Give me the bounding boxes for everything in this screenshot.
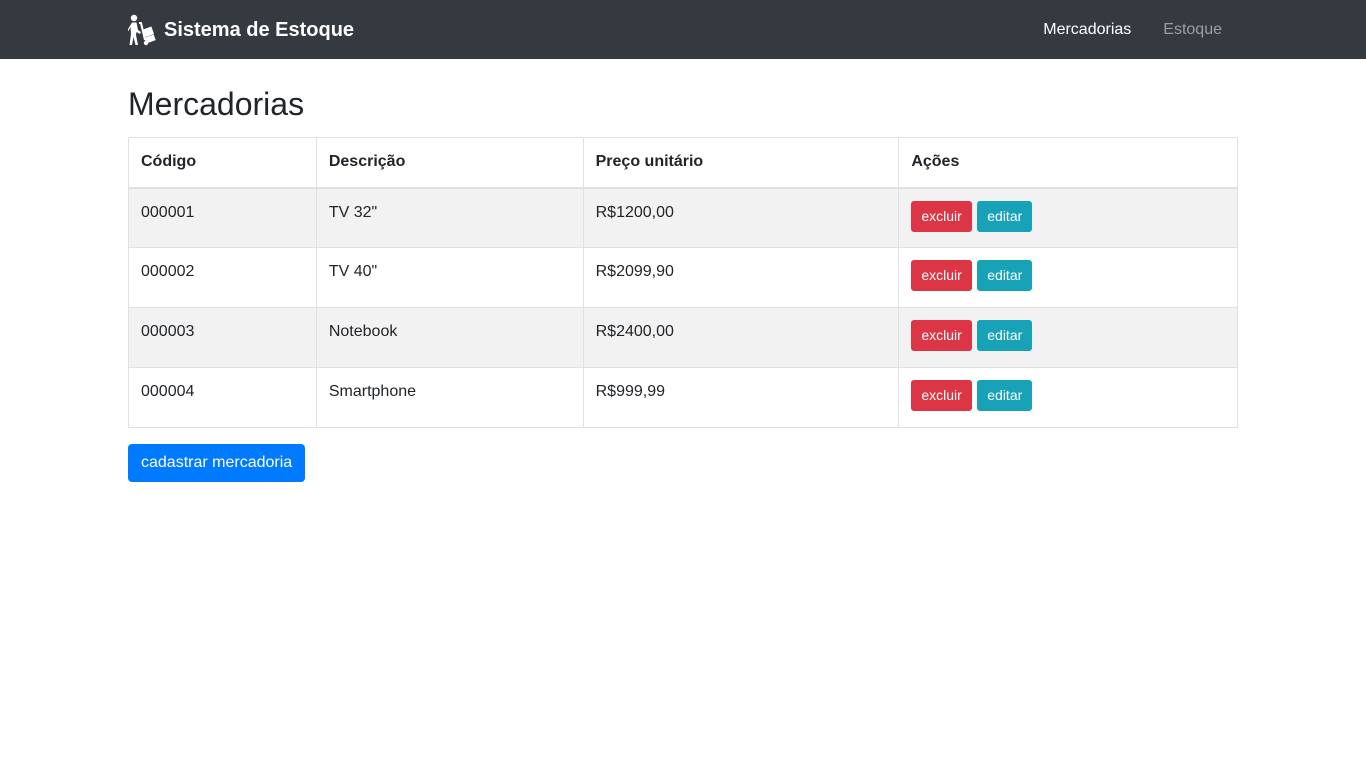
cell-acoes: excluir editar bbox=[898, 307, 1238, 368]
cell-codigo: 000003 bbox=[128, 307, 317, 368]
cell-preco: R$2400,00 bbox=[582, 307, 900, 368]
nav-link-mercadorias[interactable]: Mercadorias bbox=[1027, 21, 1147, 39]
edit-button[interactable]: editar bbox=[977, 200, 1033, 232]
page-title: Mercadorias bbox=[128, 86, 305, 122]
cell-codigo: 000002 bbox=[128, 247, 317, 308]
cell-codigo: 000001 bbox=[128, 187, 317, 248]
delete-button[interactable]: excluir bbox=[911, 380, 972, 411]
nav-link-estoque[interactable]: Estoque bbox=[1147, 21, 1238, 39]
cell-acoes: excluir editar bbox=[898, 247, 1238, 308]
cell-acoes: excluir editar bbox=[898, 367, 1238, 428]
cell-preco: R$999,99 bbox=[582, 367, 900, 428]
nav-links: Mercadorias Estoque bbox=[1027, 0, 1238, 59]
header-acoes: Ações bbox=[898, 137, 1238, 189]
header-preco: Preço unitário bbox=[582, 137, 900, 189]
delete-button[interactable]: excluir bbox=[911, 260, 972, 291]
edit-button[interactable]: editar bbox=[977, 260, 1033, 291]
cell-descricao: Smartphone bbox=[315, 367, 584, 428]
brand-title: Sistema de Estoque bbox=[164, 18, 355, 41]
table-row: 000004 Smartphone R$999,99 excluir edita… bbox=[128, 367, 1238, 428]
cell-descricao: TV 40" bbox=[315, 247, 584, 308]
products-table-container: Código Descrição Preço unitário Ações 00… bbox=[128, 137, 1238, 428]
table-header-row: Código Descrição Preço unitário Ações bbox=[128, 137, 1238, 189]
cell-descricao: Notebook bbox=[315, 307, 584, 368]
cell-descricao: TV 32" bbox=[315, 187, 584, 248]
edit-button[interactable]: editar bbox=[977, 320, 1033, 351]
cell-codigo: 000004 bbox=[128, 367, 317, 428]
delete-button[interactable]: excluir bbox=[911, 320, 972, 351]
table-row: 000003 Notebook R$2400,00 excluir editar bbox=[128, 307, 1238, 368]
header-codigo: Código bbox=[128, 137, 317, 189]
hand-truck-icon bbox=[127, 14, 158, 46]
cell-preco: R$1200,00 bbox=[582, 187, 900, 248]
add-product-button[interactable]: cadastrar mercadoria bbox=[128, 444, 306, 482]
top-navbar: Sistema de Estoque Mercadorias Estoque bbox=[0, 0, 1366, 59]
delete-button[interactable]: excluir bbox=[911, 200, 972, 232]
table-row: 000002 TV 40" R$2099,90 excluir editar bbox=[128, 247, 1238, 308]
brand-link[interactable]: Sistema de Estoque bbox=[127, 14, 355, 46]
edit-button[interactable]: editar bbox=[977, 380, 1033, 411]
cell-preco: R$2099,90 bbox=[582, 247, 900, 308]
table-row: 000001 TV 32" R$1200,00 excluir editar bbox=[128, 187, 1238, 248]
cell-acoes: excluir editar bbox=[898, 187, 1238, 248]
header-descricao: Descrição bbox=[315, 137, 584, 189]
products-table: Código Descrição Preço unitário Ações 00… bbox=[128, 137, 1238, 428]
